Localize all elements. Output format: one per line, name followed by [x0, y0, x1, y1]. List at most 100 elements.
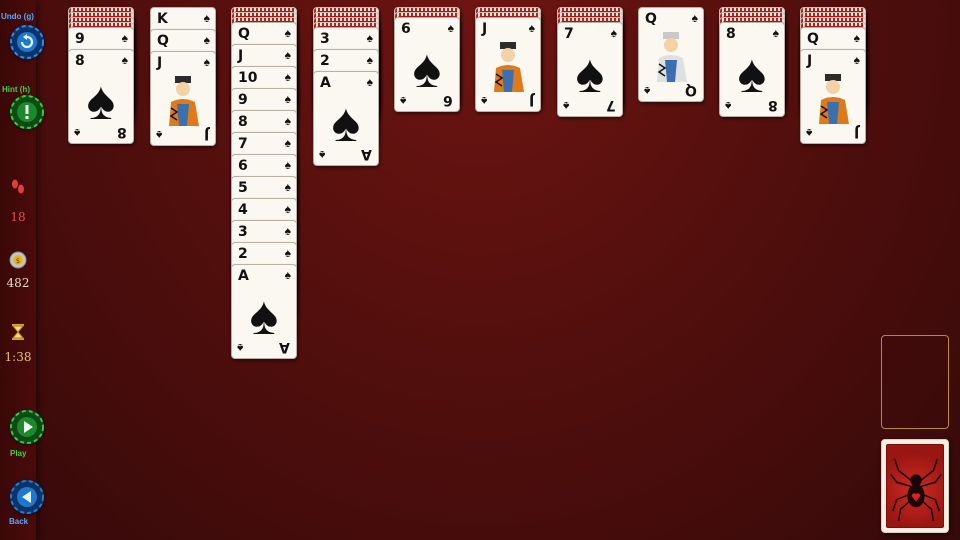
time-value: 1:38	[4, 350, 32, 364]
card-A-spades[interactable]: A ♠ ♠ A ♠	[313, 71, 379, 166]
spade-icon: ♠	[121, 31, 128, 45]
card-rank: Q	[645, 11, 657, 27]
spade-icon: ♠	[284, 70, 291, 84]
play-label: Play	[10, 449, 27, 458]
spade-icon: ♠	[284, 26, 291, 40]
card-rank-bottom: Q	[685, 82, 697, 98]
card-rank: 2	[320, 53, 330, 69]
card-J-spades[interactable]: J ♠ J ♠	[150, 51, 216, 146]
spade-icon: ♠	[121, 53, 128, 67]
spade-pip-icon: ♠	[737, 44, 767, 104]
card-rank: A	[320, 75, 331, 91]
spade-icon: ♠	[725, 99, 732, 113]
card-A-spades[interactable]: A ♠ ♠ A ♠	[231, 264, 297, 359]
spade-pip-icon: ♠	[86, 71, 116, 131]
card-8-spades[interactable]: 8 ♠ ♠ 8 ♠	[719, 22, 785, 117]
spade-icon: ♠	[284, 224, 291, 238]
card-rank: J	[238, 48, 244, 64]
hourglass-icon	[11, 324, 25, 340]
card-rank: J	[807, 53, 813, 69]
card-rank: 8	[238, 114, 248, 130]
card-rank-bottom: J	[853, 124, 859, 140]
spade-icon: ♠	[74, 126, 81, 140]
queen-portrait-icon	[657, 32, 687, 82]
card-rank-bottom: 8	[117, 124, 127, 140]
spade-pip-icon: ♠	[331, 93, 361, 153]
back-label: Back	[9, 517, 29, 526]
spade-pip-icon: ♠	[575, 44, 605, 104]
spade-icon: ♠	[284, 48, 291, 62]
back-button[interactable]	[10, 480, 44, 514]
card-rank: Q	[807, 31, 819, 47]
card-6-spades[interactable]: 6 ♠ ♠ 6 ♠	[394, 17, 460, 112]
spade-icon: ♠	[284, 136, 291, 150]
undo-button[interactable]	[10, 25, 44, 59]
play-icon	[10, 410, 44, 444]
card-rank: 10	[238, 70, 258, 86]
card-rank: 8	[726, 26, 736, 42]
svg-text:$: $	[16, 257, 20, 265]
spade-icon: ♠	[203, 33, 210, 47]
card-7-spades[interactable]: 7 ♠ ♠ 7 ♠	[557, 22, 623, 117]
card-rank: 4	[238, 202, 248, 218]
spade-icon: ♠	[237, 341, 244, 355]
card-rank: 3	[320, 31, 330, 47]
card-rank-bottom: 8	[768, 97, 778, 113]
card-rank: A	[238, 268, 249, 284]
spade-icon: ♠	[284, 268, 291, 282]
card-rank: 5	[238, 180, 248, 196]
card-rank-bottom: J	[203, 126, 209, 142]
card-rank-bottom: 6	[443, 92, 453, 108]
card-rank: 2	[238, 246, 248, 262]
sidebar: Undo (g) Hint (h) 18 $ 482 1:38 Play Bac…	[0, 0, 44, 540]
jack-portrait-icon	[494, 42, 524, 92]
stock-pile[interactable]	[881, 439, 949, 533]
spade-icon: ♠	[203, 55, 210, 69]
spade-icon: ♠	[203, 11, 210, 25]
card-rank: 6	[401, 21, 411, 37]
spade-icon: ♠	[284, 246, 291, 260]
card-rank-bottom: A	[279, 339, 290, 355]
back-icon	[10, 480, 44, 514]
card-rank-bottom: 7	[606, 97, 616, 113]
hint-button[interactable]	[10, 95, 44, 129]
spade-icon: ♠	[447, 21, 454, 35]
hint-icon	[10, 95, 44, 129]
spade-icon: ♠	[853, 31, 860, 45]
stock-card-back	[886, 444, 944, 528]
spade-icon: ♠	[366, 75, 373, 89]
card-rank: J	[157, 55, 163, 71]
card-rank: 6	[238, 158, 248, 174]
spade-icon: ♠	[156, 128, 163, 142]
card-rank: Q	[157, 33, 169, 49]
spade-pip-icon: ♠	[249, 286, 279, 346]
spade-icon: ♠	[284, 114, 291, 128]
card-J-spades[interactable]: J ♠ J ♠	[800, 49, 866, 144]
footsteps-icon	[12, 179, 24, 194]
card-8-spades[interactable]: 8 ♠ ♠ 8 ♠	[68, 49, 134, 144]
score-value: 482	[6, 276, 30, 290]
card-rank: 8	[75, 53, 85, 69]
spade-icon: ♠	[610, 26, 617, 40]
card-rank-bottom: J	[528, 92, 534, 108]
spider-icon	[890, 458, 942, 521]
spade-icon: ♠	[691, 11, 698, 25]
spade-icon: ♠	[481, 94, 488, 108]
spade-pip-icon: ♠	[412, 39, 442, 99]
undo-icon	[10, 25, 44, 59]
spade-icon: ♠	[284, 180, 291, 194]
card-rank-bottom: A	[361, 146, 372, 162]
spade-icon: ♠	[284, 92, 291, 106]
spade-icon: ♠	[319, 148, 326, 162]
card-rank: K	[157, 11, 168, 27]
card-rank: 7	[238, 136, 248, 152]
spade-icon: ♠	[563, 99, 570, 113]
card-J-spades[interactable]: J ♠ J ♠	[475, 17, 541, 112]
card-Q-spades[interactable]: Q ♠ Q ♠	[638, 7, 704, 102]
spade-icon: ♠	[528, 21, 535, 35]
jack-portrait-icon	[819, 74, 849, 124]
play-button[interactable]	[10, 410, 44, 444]
undo-label: Undo (g)	[1, 12, 34, 21]
spade-icon: ♠	[772, 26, 779, 40]
spade-icon: ♠	[366, 31, 373, 45]
